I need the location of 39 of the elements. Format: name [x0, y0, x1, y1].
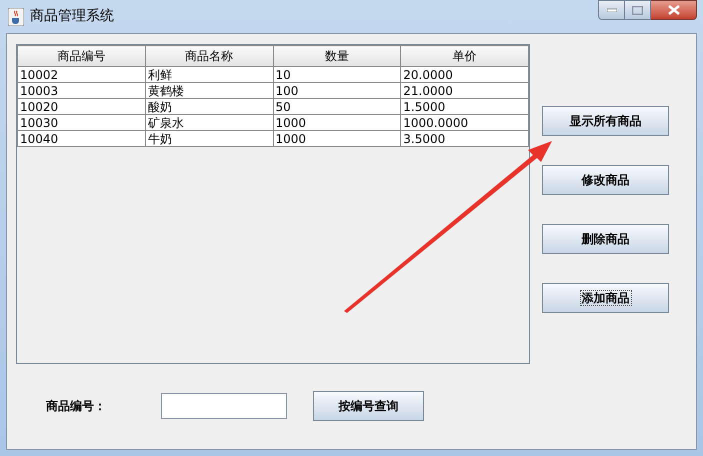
maximize-button[interactable] — [625, 0, 651, 20]
action-button[interactable]: 删除商品 — [542, 224, 669, 254]
table-cell: 10020 — [18, 98, 146, 114]
product-id-field[interactable] — [161, 393, 287, 419]
table-cell: 10002 — [18, 66, 146, 82]
table-cell: 3.5000 — [400, 130, 528, 146]
table-cell: 100 — [273, 82, 401, 98]
table-cell: 酸奶 — [145, 98, 273, 114]
product-id-label: 商品编号： — [46, 398, 107, 415]
column-header[interactable]: 单价 — [400, 46, 528, 66]
table-cell: 50 — [273, 98, 401, 114]
action-button[interactable]: 添加商品 — [542, 283, 669, 313]
table-cell: 1000 — [273, 114, 401, 130]
table-cell: 1000.0000 — [400, 114, 528, 130]
table-cell: 利鲜 — [145, 66, 273, 82]
table-cell: 10 — [273, 66, 401, 82]
column-header[interactable]: 商品名称 — [145, 46, 273, 66]
search-by-id-button[interactable]: 按编号查询 — [313, 391, 424, 421]
window-title: 商品管理系统 — [30, 7, 114, 26]
table-cell: 20.0000 — [400, 66, 528, 82]
table-cell: 10030 — [18, 114, 146, 130]
table-cell: 1000 — [273, 130, 401, 146]
minimize-icon — [606, 8, 616, 12]
table-cell: 10003 — [18, 82, 146, 98]
action-button[interactable]: 显示所有商品 — [542, 106, 669, 136]
table-cell: 21.0000 — [400, 82, 528, 98]
column-header[interactable]: 数量 — [273, 46, 401, 66]
coffee-cup-icon — [8, 8, 24, 26]
minimize-button[interactable] — [598, 0, 625, 20]
maximize-icon — [632, 6, 643, 14]
table-cell: 牛奶 — [145, 130, 273, 146]
table-cell: 黄鹤楼 — [145, 82, 273, 98]
table-cell: 矿泉水 — [145, 114, 273, 130]
close-button[interactable] — [651, 0, 697, 20]
column-header[interactable]: 商品编号 — [18, 46, 146, 66]
table-cell: 10040 — [18, 130, 146, 146]
close-icon — [668, 5, 680, 15]
action-button[interactable]: 修改商品 — [542, 165, 669, 195]
table-cell: 1.5000 — [400, 98, 528, 114]
